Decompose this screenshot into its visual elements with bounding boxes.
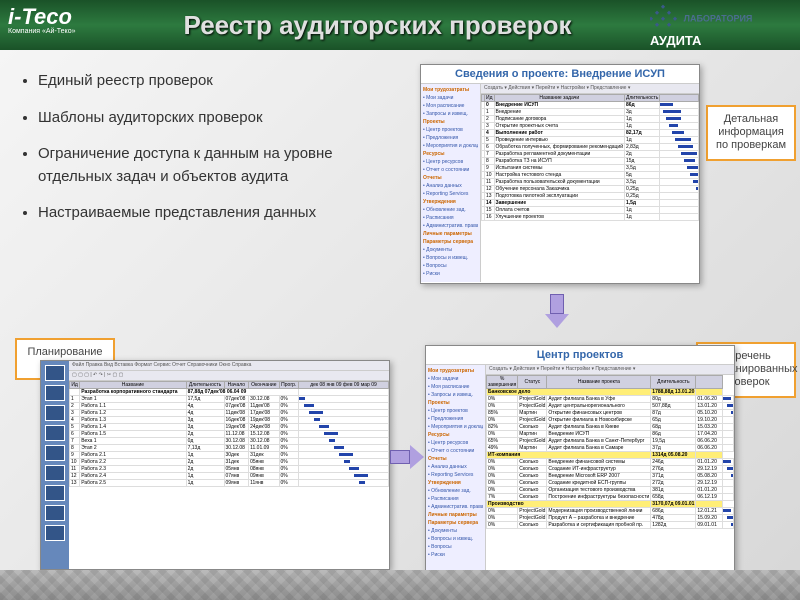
logo-iteco: i-Teco Компания «Ай-Теко» xyxy=(0,0,105,50)
bullet-list: Единый реестр проверок Шаблоны аудиторск… xyxy=(20,70,370,239)
shot3-sidebar: Мои трудозатраты• Мои задачи• Моя распис… xyxy=(426,365,486,588)
bullet-item: Шаблоны аудиторских проверок xyxy=(38,107,370,130)
shot2-menubar: Файл Правка Вид Вставка Формат Сервис От… xyxy=(69,361,389,371)
bullet-item: Ограничение доступа к данным на уровне о… xyxy=(38,143,370,188)
shot2-iconbar xyxy=(41,361,69,569)
slide-header: i-Teco Компания «Ай-Теко» Реестр аудитор… xyxy=(0,0,800,50)
shot2-table: ИдНазваниеДлительностьНачалоОкончаниеПро… xyxy=(69,381,389,487)
shot1-sidebar: Мои трудозатраты• Мои задачи• Моя распис… xyxy=(421,84,481,282)
screenshot-project-details: Сведения о проекте: Внедрение ИСУП Мои т… xyxy=(420,64,700,284)
shot3-table: % завершенияСтатусНазвание проектаДлител… xyxy=(486,375,734,529)
screenshot-gantt: Файл Правка Вид Вставка Формат Сервис От… xyxy=(40,360,390,570)
slide-title: Реестр аудиторских проверок xyxy=(105,12,650,38)
arrow-down-icon xyxy=(545,294,569,328)
slide-content: Единый реестр проверок Шаблоны аудиторск… xyxy=(0,50,800,570)
arrow-right-icon xyxy=(390,445,424,469)
logo-lab: ЛАБОРАТОРИЯ АУДИТА xyxy=(650,3,800,48)
shot1-toolbar: Создать ▾ Действия ▾ Перейти ▾ Настройки… xyxy=(481,84,699,94)
bullet-item: Настраиваемые представления данных xyxy=(38,202,370,225)
shot1-table: ИдНазвание задачиДлительность0Внедрение … xyxy=(481,94,699,221)
shot2-toolbar: ▢ ▢ ▢ | ↶ ↷ | ✂ ▢ ▢ xyxy=(69,371,389,381)
slide-footer xyxy=(0,570,800,600)
shot3-toolbar: Создать ▾ Действия ▾ Перейти ▾ Настройки… xyxy=(486,365,734,375)
shot1-title: Сведения о проекте: Внедрение ИСУП xyxy=(421,65,699,84)
callout-details: Детальная информация по проверкам xyxy=(706,105,796,161)
bullet-item: Единый реестр проверок xyxy=(38,70,370,93)
shot3-title: Центр проектов xyxy=(426,346,734,365)
screenshot-project-center: Центр проектов Мои трудозатраты• Мои зад… xyxy=(425,345,735,590)
